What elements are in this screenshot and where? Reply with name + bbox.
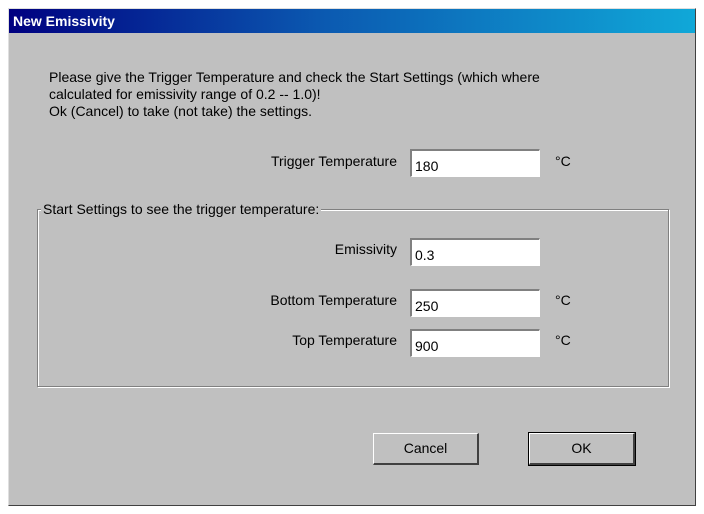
title-bar[interactable]: New Emissivity — [9, 9, 695, 33]
ok-button[interactable]: OK — [528, 432, 636, 466]
bottom-temperature-input[interactable]: 250 — [410, 289, 540, 317]
trigger-temperature-unit: °C — [555, 153, 571, 169]
emissivity-input[interactable]: 0.3 — [410, 238, 540, 266]
bottom-temperature-label: Bottom Temperature — [270, 292, 397, 308]
bottom-temperature-unit: °C — [555, 292, 571, 308]
start-settings-title: Start Settings to see the trigger temper… — [41, 201, 322, 217]
trigger-temperature-input[interactable]: 180 — [410, 149, 540, 177]
top-temperature-input[interactable]: 900 — [410, 329, 540, 357]
top-temperature-label: Top Temperature — [292, 332, 397, 348]
instruction-text: Please give the Trigger Temperature and … — [49, 69, 540, 119]
cancel-button[interactable]: Cancel — [373, 433, 479, 465]
new-emissivity-dialog: New Emissivity Please give the Trigger T… — [8, 8, 696, 506]
top-temperature-unit: °C — [555, 332, 571, 348]
emissivity-label: Emissivity — [334, 241, 397, 257]
window-title: New Emissivity — [13, 13, 115, 29]
trigger-temperature-label: Trigger Temperature — [270, 153, 397, 169]
